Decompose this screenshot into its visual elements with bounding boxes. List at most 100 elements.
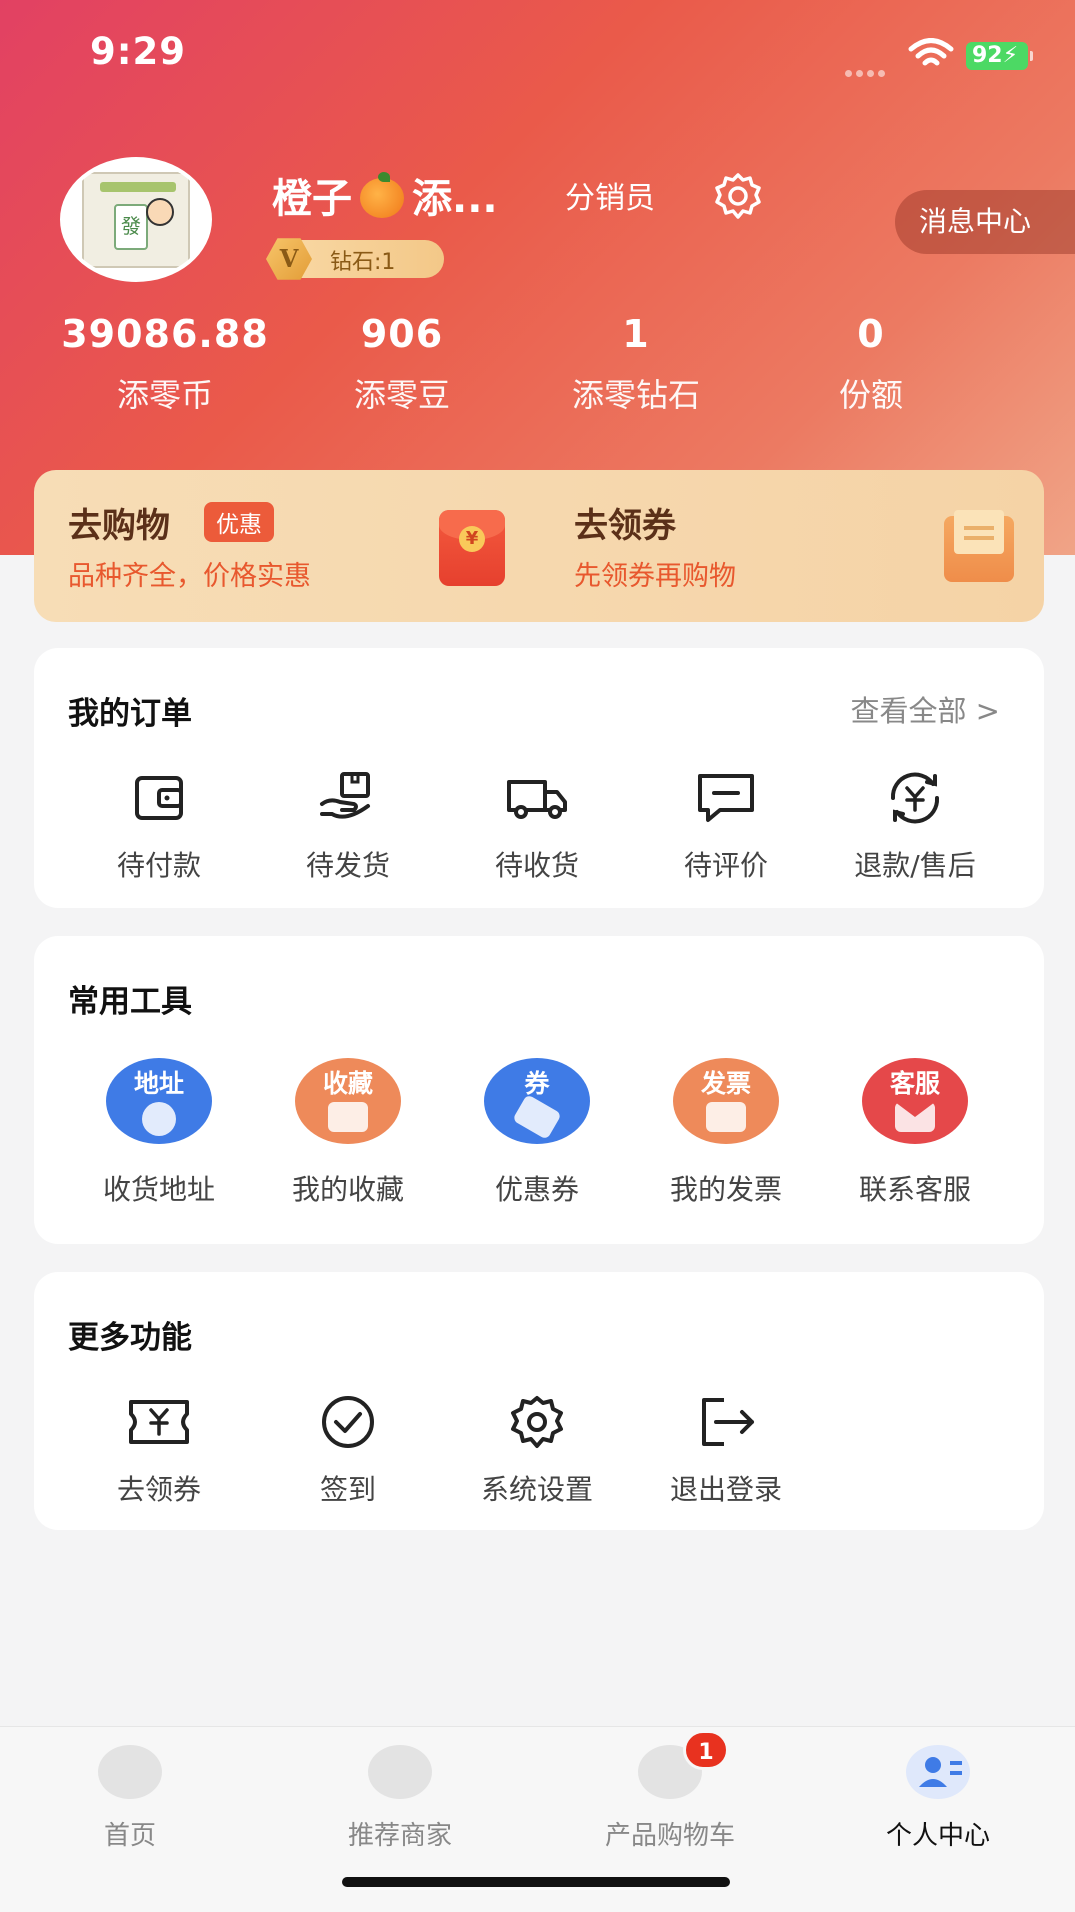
order-pending-payment[interactable]: 待付款 <box>64 770 254 884</box>
more-functions-card: 更多功能 去领券 签到 系统设置 退出登录 <box>34 1272 1044 1530</box>
tool-coupons[interactable]: 券 优惠券 <box>442 1058 632 1208</box>
ticket-icon <box>129 1400 189 1444</box>
tool-label: 联系客服 <box>858 1173 971 1206</box>
settings-gear-icon[interactable] <box>712 170 764 222</box>
comment-icon <box>698 774 754 822</box>
home-indicator <box>342 1877 730 1887</box>
invoice-icon: 发票 <box>673 1058 779 1144</box>
go-shopping-subtitle: 品种齐全，价格实惠 <box>68 561 311 592</box>
more-label: 去领券 <box>116 1473 201 1506</box>
wifi-icon <box>908 38 954 66</box>
status-bar: 9:29 92⚡ <box>0 0 1075 110</box>
tool-label: 优惠券 <box>494 1173 579 1206</box>
tool-label: 收货地址 <box>102 1173 215 1206</box>
stat-label: 添零钻石 <box>571 376 700 414</box>
tool-badge: 券 <box>524 1069 550 1098</box>
order-label: 退款/售后 <box>854 849 976 882</box>
order-pending-receipt[interactable]: 待收货 <box>442 770 632 884</box>
tool-shipping-address[interactable]: 地址 收货地址 <box>64 1058 254 1208</box>
avatar-tile: 發 <box>114 203 148 250</box>
tool-badge: 地址 <box>133 1069 184 1098</box>
tab-recommended-merchants[interactable]: 推荐商家 <box>300 1745 500 1852</box>
red-packet-icon <box>439 510 505 586</box>
status-time: 9:29 <box>90 30 187 73</box>
order-label: 待收货 <box>494 849 579 882</box>
view-all-orders-link[interactable]: 查看全部 > <box>850 688 1000 730</box>
battery-level: 92 <box>972 43 1003 68</box>
stat-label: 添零豆 <box>353 376 450 414</box>
order-label: 待评价 <box>683 849 768 882</box>
stat-label: 添零币 <box>116 376 213 414</box>
address-icon: 地址 <box>106 1058 212 1144</box>
more-system-settings[interactable]: 系统设置 <box>442 1394 632 1508</box>
vip-badge[interactable]: V 钻石:1 <box>266 238 444 280</box>
tools-card: 常用工具 地址 收货地址 收藏 我的收藏 券 优惠券 发票 我的发票 客服 联系… <box>34 936 1044 1244</box>
orange-emoji-icon <box>360 172 404 218</box>
coupon-package-icon <box>944 510 1014 582</box>
order-label: 待付款 <box>116 849 201 882</box>
stat-label: 份额 <box>838 376 903 414</box>
order-label: 待发货 <box>305 849 390 882</box>
stat-diamonds[interactable]: 1 添零钻石 <box>511 312 761 416</box>
orders-title: 我的订单 <box>68 696 192 732</box>
role-label: 分销员 <box>565 181 655 216</box>
logout-icon <box>702 1398 754 1446</box>
get-coupon-title: 去领券 <box>574 506 676 546</box>
stats-row: 39086.88 添零币 906 添零豆 1 添零钻石 0 份额 <box>40 312 1000 422</box>
user-name-part2: 添... <box>412 176 498 222</box>
avatar-image: 發 <box>82 171 190 268</box>
tool-label: 我的发票 <box>669 1173 782 1206</box>
tool-badge: 客服 <box>889 1069 940 1098</box>
stat-coins[interactable]: 39086.88 添零币 <box>40 312 290 416</box>
more-check-in[interactable]: 签到 <box>253 1394 443 1508</box>
check-circle-icon <box>322 1396 374 1448</box>
stat-value: 1 <box>622 312 650 356</box>
more-label: 签到 <box>319 1473 376 1506</box>
tool-badge: 发票 <box>700 1069 751 1098</box>
stat-value: 906 <box>360 312 444 356</box>
stat-beans[interactable]: 906 添零豆 <box>277 312 527 416</box>
more-label: 退出登录 <box>669 1473 782 1506</box>
stat-shares[interactable]: 0 份额 <box>746 312 996 416</box>
tool-badge: 收藏 <box>322 1069 373 1098</box>
tab-home[interactable]: 首页 <box>30 1745 230 1852</box>
gear-icon <box>511 1396 563 1448</box>
refund-icon <box>890 772 940 824</box>
stat-value: 0 <box>857 312 885 356</box>
user-name: 橙子 添... <box>272 166 498 224</box>
order-pending-shipment[interactable]: 待发货 <box>253 770 443 884</box>
user-name-part1: 橙子 <box>272 176 352 222</box>
wallet-icon <box>135 776 183 820</box>
tool-contact-service[interactable]: 客服 联系客服 <box>820 1058 1010 1208</box>
vip-text: 钻石:1 <box>330 250 396 275</box>
truck-icon <box>507 780 567 819</box>
order-refund-aftersale[interactable]: 退款/售后 <box>820 770 1010 884</box>
more-get-coupons[interactable]: 去领券 <box>64 1394 254 1508</box>
more-logout[interactable]: 退出登录 <box>631 1394 821 1508</box>
tab-label: 产品购物车 <box>604 1821 735 1851</box>
cart-count-badge: 1 <box>683 1730 729 1770</box>
orders-card: 我的订单 查看全部 > 待付款 待发货 待收货 待评价 退款/售后 <box>34 648 1044 908</box>
more-title: 更多功能 <box>68 1320 192 1356</box>
profile-card-icon <box>906 1745 970 1799</box>
customer-service-icon: 客服 <box>862 1058 968 1144</box>
charging-icon: ⚡ <box>1002 43 1019 68</box>
tools-title: 常用工具 <box>68 984 192 1020</box>
order-pending-review[interactable]: 待评价 <box>631 770 821 884</box>
package-hand-icon <box>320 772 370 819</box>
shopping-bag-icon <box>368 1745 432 1799</box>
tab-label: 个人中心 <box>885 1821 990 1851</box>
tab-personal-center[interactable]: 个人中心 <box>838 1745 1038 1852</box>
signal-dots-icon <box>845 62 895 77</box>
message-center-button[interactable]: 消息中心 <box>895 190 1075 254</box>
promo-banner: 去购物 优惠 品种齐全，价格实惠 去领券 先领券再购物 <box>34 470 1044 622</box>
tab-product-cart[interactable]: 产品购物车 <box>570 1745 770 1852</box>
store-icon <box>98 1745 162 1799</box>
battery-icon: 92⚡ <box>966 42 1033 70</box>
more-label: 系统设置 <box>480 1473 593 1506</box>
avatar[interactable]: 發 <box>60 157 212 282</box>
tool-label: 我的收藏 <box>291 1173 404 1206</box>
favorites-icon: 收藏 <box>295 1058 401 1144</box>
tool-my-favorites[interactable]: 收藏 我的收藏 <box>253 1058 443 1208</box>
tool-my-invoices[interactable]: 发票 我的发票 <box>631 1058 821 1208</box>
